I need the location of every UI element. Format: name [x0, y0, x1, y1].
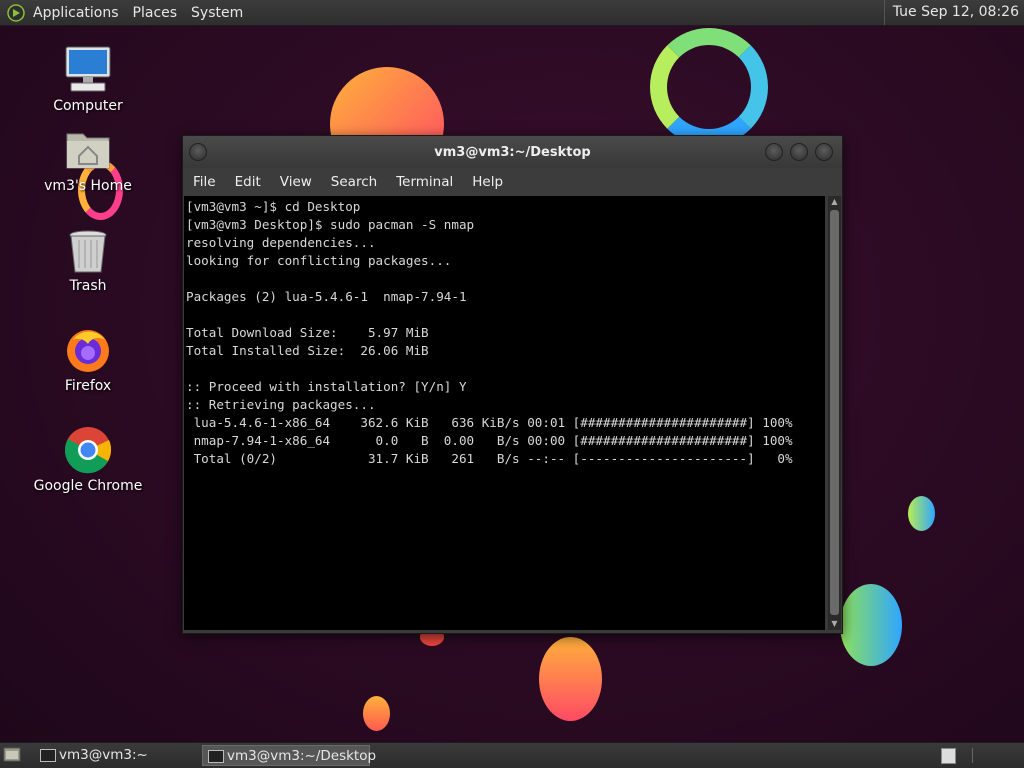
desktop-icon-label: Trash	[69, 278, 107, 294]
wallpaper-small-blue	[908, 496, 935, 531]
desktop-icon-chrome[interactable]: Google Chrome	[33, 426, 143, 494]
menu-terminal[interactable]: Terminal	[396, 174, 453, 190]
terminal-window[interactable]: vm3@vm3:~/Desktop File Edit View Search …	[182, 135, 843, 634]
terminal-scrollbar[interactable]: ▲ ▼	[828, 196, 841, 630]
wallpaper-orange-small	[363, 696, 390, 731]
applications-menu[interactable]: Applications	[33, 5, 119, 21]
taskbar-item-home-terminal[interactable]: vm3@vm3:~	[35, 745, 219, 766]
menu-file[interactable]: File	[193, 174, 216, 190]
close-button[interactable]	[815, 143, 833, 161]
desktop-icon-home[interactable]: vm3's Home	[33, 128, 143, 194]
system-menu[interactable]: System	[191, 5, 243, 21]
terminal-line: Total (0/2) 31.7 KiB 261 B/s --:-- [----…	[186, 451, 793, 466]
menu-help[interactable]: Help	[472, 174, 503, 190]
terminal-menubar: File Edit View Search Terminal Help	[183, 168, 842, 196]
terminal-output[interactable]: [vm3@vm3 ~]$ cd Desktop [vm3@vm3 Desktop]…	[184, 196, 825, 630]
maximize-button[interactable]	[790, 143, 808, 161]
desktop-icon-trash[interactable]: Trash	[33, 228, 143, 294]
firefox-icon	[63, 326, 113, 374]
window-title: vm3@vm3:~/Desktop	[434, 145, 591, 160]
workspace-switcher[interactable]	[941, 748, 956, 764]
desktop-icon-label: Computer	[53, 98, 123, 114]
menu-search[interactable]: Search	[331, 174, 377, 190]
terminal-line: Packages (2) lua-5.4.6-1 nmap-7.94-1	[186, 289, 467, 304]
trash-icon	[63, 228, 113, 274]
show-desktop-icon[interactable]	[3, 747, 21, 763]
window-titlebar[interactable]: vm3@vm3:~/Desktop	[183, 136, 842, 168]
terminal-icon	[208, 750, 224, 763]
terminal-line: lua-5.4.6-1-x86_64 362.6 KiB 636 KiB/s 0…	[186, 415, 793, 430]
terminal-line: Total Installed Size: 26.06 MiB	[186, 343, 429, 358]
terminal-line: :: Proceed with installation? [Y/n] Y	[186, 379, 467, 394]
terminal-icon	[40, 749, 56, 762]
menu-edit[interactable]: Edit	[235, 174, 261, 190]
computer-icon	[63, 44, 113, 94]
menu-view[interactable]: View	[280, 174, 312, 190]
home-folder-icon	[63, 128, 113, 174]
desktop-icon-computer[interactable]: Computer	[33, 44, 143, 114]
taskbar-item-desktop-terminal[interactable]: vm3@vm3:~/Desktop	[202, 745, 376, 766]
bottom-panel: vm3@vm3:~ vm3@vm3:~/Desktop	[0, 742, 1024, 768]
wallpaper-orange-bottom	[539, 637, 602, 721]
terminal-line: :: Retrieving packages...	[186, 397, 376, 412]
terminal-line: [vm3@vm3 Desktop]$ sudo pacman -S nmap	[186, 217, 475, 232]
terminal-line: Total Download Size: 5.97 MiB	[186, 325, 429, 340]
desktop-icon-label: Google Chrome	[33, 478, 143, 494]
clock[interactable]: Tue Sep 12, 08:26	[883, 0, 1019, 25]
places-menu[interactable]: Places	[133, 5, 178, 21]
desktop-icon-label: vm3's Home	[44, 178, 132, 194]
taskbar-item-label: vm3@vm3:~	[59, 747, 148, 763]
distro-logo-icon[interactable]	[7, 3, 25, 22]
panel-separator	[972, 748, 973, 763]
scrollbar-thumb[interactable]	[830, 210, 839, 615]
minimize-button[interactable]	[765, 143, 783, 161]
chrome-icon	[63, 426, 113, 474]
scroll-down-arrow-icon[interactable]: ▼	[828, 618, 841, 630]
terminal-line: nmap-7.94-1-x86_64 0.0 B 0.00 B/s 00:00 …	[186, 433, 793, 448]
taskbar-item-label: vm3@vm3:~/Desktop	[227, 748, 377, 764]
top-panel: Applications Places System Tue Sep 12, 0…	[0, 0, 1024, 26]
terminal-line: resolving dependencies...	[186, 235, 376, 250]
wallpaper-ring	[650, 28, 768, 146]
desktop-icon-label: Firefox	[64, 378, 112, 394]
scroll-up-arrow-icon[interactable]: ▲	[828, 196, 841, 208]
desktop-icon-firefox[interactable]: Firefox	[33, 326, 143, 394]
terminal-line: looking for conflicting packages...	[186, 253, 452, 268]
wallpaper-big-blue	[840, 584, 902, 666]
terminal-line: [vm3@vm3 ~]$ cd Desktop	[186, 199, 361, 214]
